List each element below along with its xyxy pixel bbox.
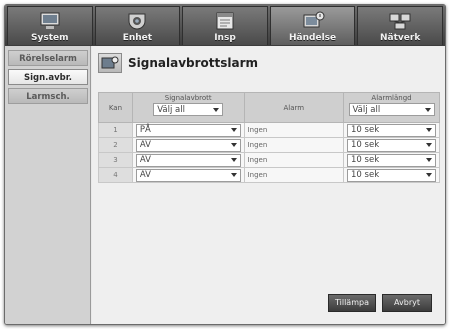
select-value: AV <box>139 140 151 150</box>
table-row: 1 PÅ Ingen 10 sek <box>98 122 440 138</box>
calendar-icon <box>212 10 238 32</box>
signal-select-all[interactable]: Välj all <box>153 103 224 116</box>
signal-cell: AV <box>131 167 245 183</box>
tab-system[interactable]: System <box>7 6 93 45</box>
chevron-down-icon <box>230 158 237 162</box>
col-header-alarm-label: Alarm <box>283 103 305 112</box>
duration-select[interactable]: 10 sek <box>347 168 436 182</box>
signal-cell: AV <box>131 152 245 168</box>
tab-label: Insp <box>214 33 236 43</box>
chevron-down-icon <box>424 107 431 112</box>
window-frame: System Enhet Insp Händelse Nätverk Rörel… <box>4 4 446 325</box>
col-header-alarm: Alarm <box>243 92 345 123</box>
col-header-duration-label: Alarmlängd <box>371 94 412 102</box>
chevron-down-icon <box>426 143 432 147</box>
chevron-down-icon <box>426 158 432 162</box>
event-icon <box>300 10 326 32</box>
chevron-down-icon <box>230 143 237 147</box>
channel-number: 3 <box>98 152 133 168</box>
camera-signal-icon <box>98 53 122 73</box>
select-value: AV <box>139 170 151 180</box>
tab-label: Händelse <box>289 33 337 43</box>
col-header-signal-label: Signalavbrott <box>164 94 212 102</box>
duration-cell: 10 sek <box>343 152 440 168</box>
tab-event[interactable]: Händelse <box>269 6 356 45</box>
select-value: 10 sek <box>351 170 380 180</box>
tab-network[interactable]: Nätverk <box>357 6 443 45</box>
sidebar: Rörelselarm Sign.avbr. Larmsch. <box>5 46 91 324</box>
duration-select[interactable]: 10 sek <box>347 153 436 167</box>
chevron-down-icon <box>426 173 432 177</box>
duration-select-all[interactable]: Välj all <box>348 103 435 116</box>
signal-select[interactable]: PÅ <box>135 123 241 137</box>
col-header-duration: Alarmlängd Välj all <box>343 92 440 123</box>
duration-cell: 10 sek <box>343 122 440 138</box>
select-value: Välj all <box>352 104 381 115</box>
tab-device[interactable]: Enhet <box>94 6 181 45</box>
signal-cell: AV <box>131 137 245 153</box>
select-value: PÅ <box>139 125 151 135</box>
network-icon <box>387 10 413 32</box>
duration-select[interactable]: 10 sek <box>347 138 436 152</box>
chevron-down-icon <box>426 128 432 132</box>
sidebar-item-signal-loss[interactable]: Sign.avbr. <box>8 69 88 85</box>
sidebar-item-alarm-schedule[interactable]: Larmsch. <box>8 88 88 104</box>
duration-cell: 10 sek <box>343 167 440 183</box>
col-header-channel: Kan <box>98 92 133 123</box>
col-header-signal: Signalavbrott Välj all <box>131 92 245 123</box>
tab-label: Nätverk <box>380 33 421 43</box>
chevron-down-icon <box>230 173 237 177</box>
cancel-button[interactable]: Avbryt <box>382 294 432 312</box>
alarm-value[interactable]: Ingen <box>243 137 345 153</box>
tab-record[interactable]: Insp <box>182 6 268 45</box>
alarm-value[interactable]: Ingen <box>243 167 345 183</box>
chevron-down-icon <box>213 107 220 112</box>
table-row: 4 AV Ingen 10 sek <box>98 167 440 183</box>
camera-icon <box>124 10 150 32</box>
signal-cell: PÅ <box>131 122 245 138</box>
select-value: Välj all <box>157 104 185 115</box>
sidebar-item-motion-alarm[interactable]: Rörelselarm <box>8 50 88 66</box>
duration-select[interactable]: 10 sek <box>347 123 436 137</box>
channel-number: 4 <box>98 167 133 183</box>
duration-cell: 10 sek <box>343 137 440 153</box>
signal-select[interactable]: AV <box>135 168 241 182</box>
tab-label: Enhet <box>122 33 153 43</box>
alarm-value[interactable]: Ingen <box>243 122 345 138</box>
page-title: Signalavbrottslarm <box>128 56 259 70</box>
select-value: 10 sek <box>351 140 380 150</box>
signal-select[interactable]: AV <box>135 153 241 167</box>
signal-select[interactable]: AV <box>135 138 241 152</box>
top-menu-bar: System Enhet Insp Händelse Nätverk <box>5 5 445 46</box>
select-value: 10 sek <box>351 125 380 135</box>
signal-loss-table: Kan Signalavbrott Välj all Alarm Alarmlä… <box>98 92 440 183</box>
tab-label: System <box>31 33 69 43</box>
select-value: 10 sek <box>351 155 380 165</box>
apply-button[interactable]: Tillämpa <box>328 294 376 312</box>
channel-number: 1 <box>98 122 133 138</box>
table-row: 3 AV Ingen 10 sek <box>98 152 440 168</box>
table-row: 2 AV Ingen 10 sek <box>98 137 440 153</box>
select-value: AV <box>139 155 151 165</box>
channel-number: 2 <box>98 137 133 153</box>
chevron-down-icon <box>230 128 237 132</box>
alarm-value[interactable]: Ingen <box>243 152 345 168</box>
table-header-row: Kan Signalavbrott Välj all Alarm Alarmlä… <box>98 92 440 123</box>
main-panel: Signalavbrottslarm Kan Signalavbrott Väl… <box>92 46 445 324</box>
page-header: Signalavbrottslarm <box>98 52 258 74</box>
monitor-icon <box>37 10 63 32</box>
